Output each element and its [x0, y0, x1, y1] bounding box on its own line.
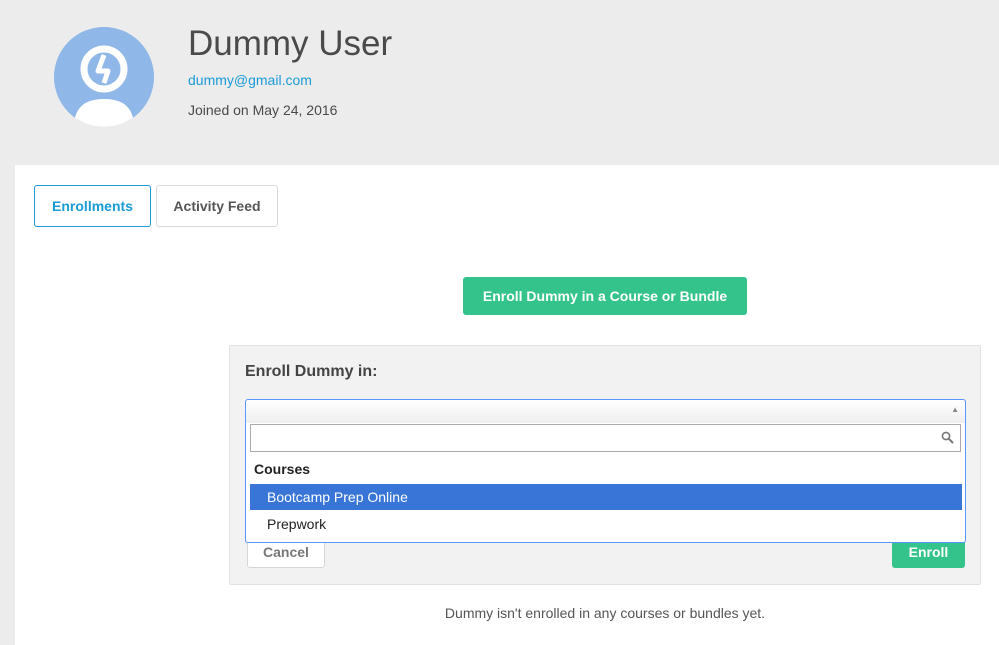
dropdown-search-input[interactable]	[251, 425, 960, 451]
joined-date: Joined on May 24, 2016	[188, 102, 338, 118]
avatar	[54, 27, 154, 127]
tab-activity-feed[interactable]: Activity Feed	[156, 185, 278, 227]
enroll-form: Enroll Dummy in: ▲ Courses Bootcamp Prep…	[229, 345, 981, 585]
empty-enrollments-message: Dummy isn't enrolled in any courses or b…	[444, 605, 766, 621]
tab-enrollments[interactable]: Enrollments	[34, 185, 151, 227]
main-panel: Enrollments Activity Feed Enroll Dummy i…	[15, 165, 999, 645]
option-prepwork[interactable]: Prepwork	[250, 511, 962, 537]
profile-header: Dummy User dummy@gmail.com Joined on May…	[0, 0, 999, 165]
enroll-form-title: Enroll Dummy in:	[245, 363, 378, 380]
dropdown-search	[250, 424, 961, 452]
option-group-courses: Courses	[254, 461, 311, 477]
user-avatar-icon	[54, 27, 154, 127]
course-select[interactable]: ▲	[245, 399, 966, 424]
enroll-course-bundle-button[interactable]: Enroll Dummy in a Course or Bundle	[463, 277, 747, 315]
course-dropdown: Courses Bootcamp Prep Online Prepwork	[245, 423, 966, 543]
option-bootcamp-prep-online[interactable]: Bootcamp Prep Online	[250, 484, 962, 510]
caret-up-icon: ▲	[951, 405, 959, 414]
search-icon	[941, 431, 954, 449]
user-email-link[interactable]: dummy@gmail.com	[188, 72, 312, 88]
user-name: Dummy User	[188, 24, 393, 63]
